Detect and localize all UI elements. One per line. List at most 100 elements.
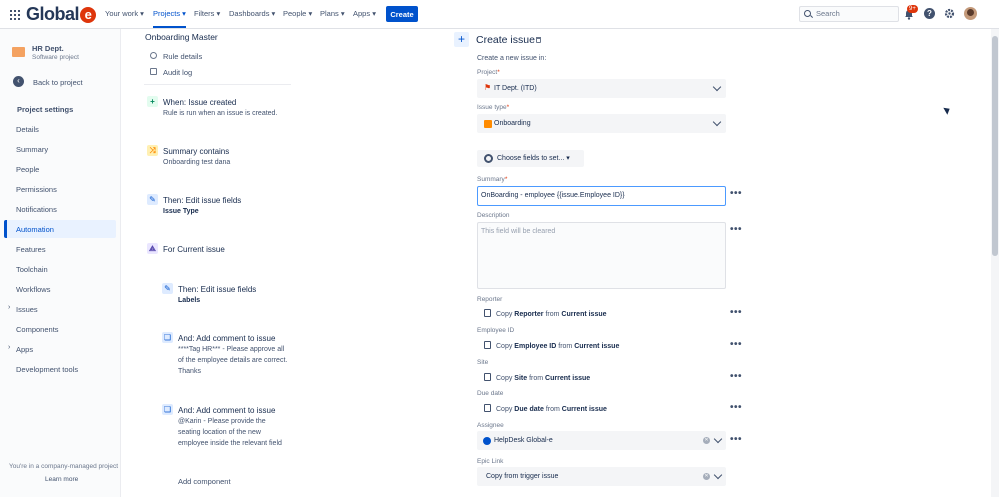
create-issue-subtitle: Create a new issue in: xyxy=(477,55,547,62)
create-issue-title: Create issue xyxy=(476,34,535,46)
gear-icon xyxy=(484,154,493,163)
step-trigger-desc: Rule is run when an issue is created. xyxy=(163,110,278,117)
sidebar-item-issues[interactable]: Issues xyxy=(16,305,38,314)
app-switcher-icon[interactable] xyxy=(10,10,20,20)
summary-label: Summary* xyxy=(477,176,508,183)
copy-site-row[interactable]: Copy Site from Current issue xyxy=(484,373,590,382)
step-edit-labels-desc: Labels xyxy=(178,297,201,304)
step-comment-title[interactable]: And: Add comment to issue xyxy=(178,334,275,343)
more-options-icon[interactable]: ••• xyxy=(730,188,742,199)
step-comment-line: employee inside the relevant field xyxy=(178,440,282,447)
epic-link-value: Copy from trigger issue xyxy=(486,473,559,480)
audit-log-link[interactable]: Audit log xyxy=(163,68,192,77)
assignee-value: HelpDesk Global-e xyxy=(494,437,553,444)
condition-shuffle-icon: ⤨ xyxy=(147,145,158,156)
info-icon xyxy=(150,52,157,59)
more-options-icon[interactable]: ••• xyxy=(730,339,742,350)
arrow-left-icon[interactable]: ‹ xyxy=(13,76,24,87)
project-sidebar: HR Dept. Software project ‹ Back to proj… xyxy=(0,29,121,497)
issue-type-select[interactable]: Onboarding xyxy=(477,114,726,133)
nav-plans[interactable]: Plans ▾ xyxy=(320,9,345,18)
search-input[interactable]: Search xyxy=(799,6,899,22)
copy-icon xyxy=(484,404,491,412)
rule-details-link[interactable]: Rule details xyxy=(163,52,202,61)
sidebar-item-notifications[interactable]: Notifications xyxy=(16,205,57,214)
nav-your-work[interactable]: Your work ▾ xyxy=(105,9,144,18)
mouse-cursor-icon xyxy=(943,105,952,115)
project-type-footer: You're in a company-managed project xyxy=(9,463,119,470)
sidebar-item-summary[interactable]: Summary xyxy=(16,145,48,154)
project-name[interactable]: HR Dept. xyxy=(32,44,64,53)
reporter-label: Reporter xyxy=(477,296,503,303)
nav-filters[interactable]: Filters ▾ xyxy=(194,9,220,18)
copy-icon xyxy=(484,373,491,381)
clear-icon[interactable]: ✕ xyxy=(703,437,710,444)
step-comment-title[interactable]: And: Add comment to issue xyxy=(178,406,275,415)
sidebar-item-automation[interactable]: Automation xyxy=(16,225,54,234)
more-options-icon[interactable]: ••• xyxy=(730,434,742,445)
sidebar-item-details[interactable]: Details xyxy=(16,125,39,134)
project-select[interactable]: IT Dept. (ITD) xyxy=(477,79,726,98)
step-edit-labels-title[interactable]: Then: Edit issue fields xyxy=(178,285,256,294)
trash-icon[interactable] xyxy=(536,37,541,43)
more-options-icon[interactable]: ••• xyxy=(730,307,742,318)
step-edit-fields-desc: Issue Type xyxy=(163,208,199,215)
project-select-value: IT Dept. (ITD) xyxy=(494,85,537,92)
copy-reporter-row[interactable]: Copy Reporter from Current issue xyxy=(484,309,607,318)
assignee-avatar-icon xyxy=(483,437,491,445)
step-branch-title[interactable]: For Current issue xyxy=(163,245,225,254)
sidebar-item-toolchain[interactable]: Toolchain xyxy=(16,265,48,274)
more-options-icon[interactable]: ••• xyxy=(730,371,742,382)
learn-more-link[interactable]: Learn more xyxy=(45,476,78,483)
back-to-project-link[interactable]: Back to project xyxy=(33,78,83,87)
create-button[interactable]: Create xyxy=(386,6,418,22)
epic-link-select[interactable]: Copy from trigger issue xyxy=(477,467,726,486)
nav-apps[interactable]: Apps ▾ xyxy=(353,9,376,18)
chevron-right-icon[interactable]: › xyxy=(8,304,10,311)
nav-projects[interactable]: Projects ▾ xyxy=(153,9,186,28)
nav-dashboards[interactable]: Dashboards ▾ xyxy=(229,9,275,18)
search-icon xyxy=(804,10,811,17)
scrollbar-thumb[interactable] xyxy=(992,36,998,256)
sidebar-item-features[interactable]: Features xyxy=(16,245,46,254)
help-icon[interactable]: ? xyxy=(924,8,935,19)
logo-text: Global xyxy=(26,4,80,24)
chevron-right-icon[interactable]: › xyxy=(8,344,10,351)
employee-id-label: Employee ID xyxy=(477,327,515,334)
clear-icon[interactable]: ✕ xyxy=(703,473,710,480)
add-action-plus-icon[interactable]: + xyxy=(454,32,469,47)
issue-type-label: Issue type* xyxy=(477,104,510,111)
more-options-icon[interactable]: ••• xyxy=(730,402,742,413)
step-edit-fields-title[interactable]: Then: Edit issue fields xyxy=(163,196,241,205)
choose-fields-button[interactable]: Choose fields to set... ▾ xyxy=(477,150,584,167)
nav-people[interactable]: People ▾ xyxy=(283,9,312,18)
sidebar-item-development-tools[interactable]: Development tools xyxy=(16,365,78,374)
step-trigger-title[interactable]: When: Issue created xyxy=(163,98,236,107)
description-textarea[interactable]: This field will be cleared xyxy=(477,222,726,289)
assignee-select[interactable]: HelpDesk Global-e xyxy=(477,431,726,450)
comment-icon: ❏ xyxy=(162,332,173,343)
branch-icon: ⟁ xyxy=(147,243,158,254)
add-component-link[interactable]: Add component xyxy=(178,477,231,486)
sidebar-item-components[interactable]: Components xyxy=(16,325,59,334)
step-condition-title[interactable]: Summary contains xyxy=(163,147,229,156)
summary-input[interactable]: OnBoarding - employee {{issue.Employee I… xyxy=(477,186,726,206)
issue-type-value: Onboarding xyxy=(494,120,531,127)
sidebar-item-apps[interactable]: Apps xyxy=(16,345,33,354)
step-comment-line: ****Tag HR*** - Please approve all xyxy=(178,346,285,353)
assignee-label: Assignee xyxy=(477,422,504,429)
due-date-label: Due date xyxy=(477,390,504,397)
onboarding-issue-icon xyxy=(484,120,492,128)
copy-due-date-row[interactable]: Copy Due date from Current issue xyxy=(484,404,607,413)
user-avatar[interactable] xyxy=(964,7,977,20)
comment-icon: ❏ xyxy=(162,404,173,415)
sidebar-item-workflows[interactable]: Workflows xyxy=(16,285,50,294)
copy-icon xyxy=(484,341,491,349)
more-options-icon[interactable]: ••• xyxy=(730,224,742,235)
settings-gear-icon[interactable] xyxy=(944,8,955,19)
project-type-icon: ⚑ xyxy=(484,83,492,92)
sidebar-item-people[interactable]: People xyxy=(16,165,39,174)
sidebar-item-permissions[interactable]: Permissions xyxy=(16,185,57,194)
copy-employee-id-row[interactable]: Copy Employee ID from Current issue xyxy=(484,341,619,350)
logo[interactable]: Global e xyxy=(26,4,97,25)
